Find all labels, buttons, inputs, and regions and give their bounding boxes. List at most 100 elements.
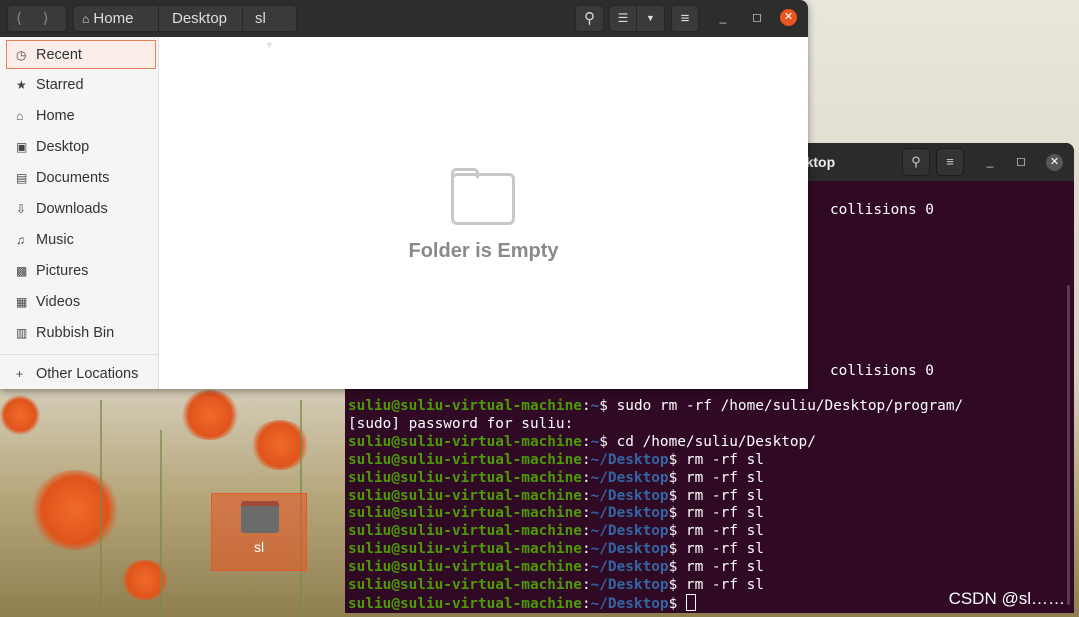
- sidebar-item-label: Videos: [36, 293, 81, 310]
- prompt-colon: :: [581, 559, 591, 576]
- sidebar-item-label: Other Locations: [36, 365, 139, 382]
- command: rm -rf sl: [677, 451, 764, 468]
- file-manager-headerbar[interactable]: ⟨ ⟩ ⌂ Home Desktop sl ▼ ⚲ ☰ ▼ ≡ _ ◻ ✕: [0, 0, 808, 50]
- sidebar-item-label: Rubbish Bin: [36, 324, 115, 341]
- sidebar-item-videos[interactable]: ▦ Videos: [0, 286, 158, 317]
- prompt-user: suliu@suliu-virtual-machine: [348, 541, 582, 558]
- prompt-path: ~/Desktop: [590, 595, 669, 612]
- terminal-line: suliu@suliu-virtual-machine:~/Desktop$ r…: [348, 540, 764, 558]
- prompt-user: suliu@suliu-virtual-machine: [348, 523, 582, 540]
- prompt-user: suliu@suliu-virtual-machine: [348, 487, 582, 504]
- sidebar-item-label: Music: [36, 231, 74, 248]
- picture-icon: ▩: [16, 263, 28, 278]
- back-button[interactable]: ⟨: [16, 10, 22, 27]
- sidebar-item-label: Documents: [36, 169, 110, 186]
- scrollbar[interactable]: [1067, 285, 1070, 605]
- forward-button[interactable]: ⟩: [43, 10, 49, 27]
- terminal-output-line: collisions 0: [830, 363, 934, 379]
- file-manager-window[interactable]: ⟨ ⟩ ⌂ Home Desktop sl ▼ ⚲ ☰ ▼ ≡ _ ◻ ✕ ◷ R…: [0, 0, 808, 389]
- view-options-button[interactable]: ▼: [636, 5, 665, 32]
- sidebar-item-starred[interactable]: ★ Starred: [0, 69, 158, 100]
- path-sl[interactable]: sl ▼: [242, 5, 297, 50]
- folder-icon: [241, 501, 279, 533]
- prompt-colon: :: [581, 433, 591, 450]
- list-icon: ☰: [617, 11, 629, 25]
- prompt-dollar: $: [668, 487, 678, 504]
- prompt-dollar: $: [668, 541, 678, 558]
- terminal-line: [sudo] password for suliu:: [348, 415, 573, 433]
- close-button[interactable]: ✕: [780, 9, 797, 26]
- prompt-colon: :: [581, 595, 591, 612]
- sidebar-item-label: Downloads: [36, 200, 108, 217]
- terminal-line: suliu@suliu-virtual-machine:~/Desktop$ r…: [348, 504, 764, 522]
- sidebar-item-desktop[interactable]: ▣ Desktop: [0, 131, 158, 162]
- sidebar-item-rubbish-bin[interactable]: ▥ Rubbish Bin: [0, 317, 158, 348]
- sidebar-item-home[interactable]: ⌂ Home: [0, 100, 158, 131]
- empty-text: Folder is Empty: [408, 240, 559, 262]
- view-list-button[interactable]: ☰: [609, 5, 637, 32]
- prompt-dollar: $: [668, 559, 678, 576]
- star-icon: ★: [16, 77, 27, 92]
- menu-button[interactable]: ≡: [671, 5, 699, 32]
- terminal-line: suliu@suliu-virtual-machine:~/Desktop$ r…: [348, 469, 764, 487]
- maximize-button[interactable]: ◻: [749, 10, 765, 24]
- output-text: [sudo] password for suliu:: [348, 415, 574, 432]
- terminal-line: suliu@suliu-virtual-machine:~$ cd /home/…: [348, 433, 816, 451]
- terminal-line: suliu@suliu-virtual-machine:~/Desktop$ r…: [348, 522, 764, 540]
- prompt-dollar: $: [668, 469, 678, 486]
- document-icon: ▤: [16, 170, 28, 185]
- prompt-path: ~/Desktop: [590, 451, 669, 468]
- prompt-dollar: $: [668, 523, 678, 540]
- prompt-colon: :: [581, 577, 591, 593]
- prompt-dollar: $: [668, 595, 678, 612]
- path-desktop[interactable]: Desktop: [158, 5, 243, 32]
- terminal-search-button[interactable]: ⚲: [902, 148, 930, 176]
- nav-buttons: ⟨ ⟩: [7, 5, 67, 32]
- watermark: CSDN @sl……: [948, 589, 1065, 608]
- terminal-line: suliu@suliu-virtual-machine:~/Desktop$ r…: [348, 487, 764, 505]
- minimize-button[interactable]: _: [715, 10, 731, 24]
- close-button[interactable]: ✕: [1046, 154, 1063, 171]
- empty-folder-view[interactable]: Folder is Empty: [159, 37, 808, 389]
- terminal-line: suliu@suliu-virtual-machine:~/Desktop$ r…: [348, 451, 764, 469]
- sidebar-item-documents[interactable]: ▤ Documents: [0, 162, 158, 193]
- close-icon: ✕: [783, 11, 794, 23]
- download-icon: ⇩: [16, 201, 27, 216]
- command: rm -rf sl: [677, 541, 764, 558]
- sidebar-item-downloads[interactable]: ⇩ Downloads: [0, 193, 158, 224]
- sidebar-item-label: Home: [36, 107, 75, 124]
- prompt-dollar: $: [599, 433, 608, 450]
- prompt-colon: :: [581, 398, 591, 414]
- search-icon: ⚲: [911, 154, 921, 169]
- prompt-path: ~/Desktop: [590, 523, 669, 540]
- prompt-user: suliu@suliu-virtual-machine: [348, 595, 582, 612]
- prompt-path: ~/Desktop: [590, 505, 669, 522]
- sidebar: ◷ Recent ★ Starred ⌂ Home ▣ Desktop ▤ Documents ⇩ D…: [0, 37, 159, 389]
- command: sudo rm -rf /home/suliu/Desktop/program/: [607, 398, 964, 414]
- desktop-folder-sl[interactable]: sl: [211, 493, 307, 571]
- terminal-line: suliu@suliu-virtual-machine:~/Desktop$: [348, 593, 696, 613]
- sidebar-item-other-locations[interactable]: + Other Locations: [0, 358, 158, 389]
- close-icon: ✕: [1049, 156, 1060, 168]
- search-icon: ⚲: [584, 10, 595, 27]
- prompt-path: ~/Desktop: [590, 559, 669, 576]
- path-label: sl: [255, 10, 266, 27]
- prompt-colon: :: [581, 541, 591, 558]
- minimize-button[interactable]: _: [982, 154, 998, 168]
- sidebar-item-pictures[interactable]: ▩ Pictures: [0, 255, 158, 286]
- command: rm -rf sl: [677, 505, 764, 522]
- command: [677, 596, 686, 612]
- sidebar-item-music[interactable]: ♫ Music: [0, 224, 158, 255]
- path-home[interactable]: ⌂ Home: [73, 5, 159, 32]
- prompt-colon: :: [581, 487, 591, 504]
- path-label: Desktop: [172, 10, 228, 27]
- sidebar-item-recent[interactable]: ◷ Recent: [6, 40, 156, 69]
- folder-icon: [451, 173, 515, 225]
- home-icon: ⌂: [82, 12, 90, 26]
- path-label: Home: [93, 10, 134, 27]
- sidebar-item-label: Recent: [36, 46, 82, 63]
- terminal-line: suliu@suliu-virtual-machine:~/Desktop$ r…: [348, 558, 764, 576]
- maximize-button[interactable]: ◻: [1013, 154, 1029, 168]
- terminal-menu-button[interactable]: ≡: [936, 148, 964, 176]
- search-button[interactable]: ⚲: [575, 5, 604, 32]
